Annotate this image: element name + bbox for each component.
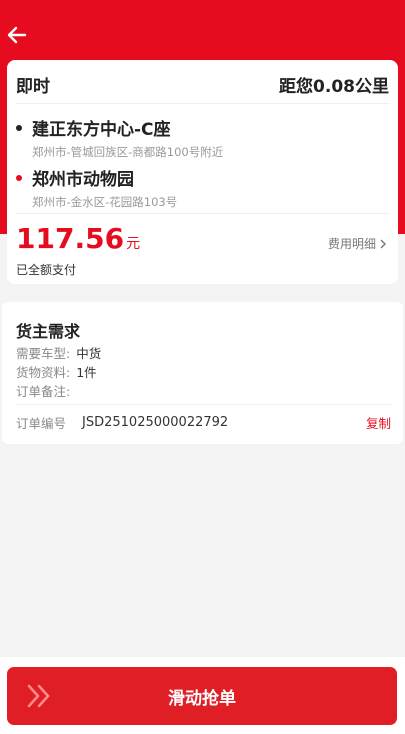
pickup-address: 建正东方中心-C座 郑州市-管城回族区-商都路100号附近 bbox=[16, 115, 389, 160]
arrow-left-icon bbox=[7, 26, 27, 44]
payment-status: 已全额支付 bbox=[16, 263, 77, 277]
dropoff-address: 郑州市动物园 郑州市-金水区-花园路103号 bbox=[16, 165, 389, 210]
order-type: 即时 bbox=[16, 76, 50, 97]
divider bbox=[16, 103, 389, 104]
order-summary-card: 即时 距您0.08公里 建正东方中心-C座 郑州市-管城回族区-商都路100号附… bbox=[7, 60, 398, 284]
goods-row: 货物资料: 1件 bbox=[16, 362, 97, 381]
pickup-address-detail: 郑州市-管城回族区-商都路100号附近 bbox=[32, 145, 224, 159]
divider bbox=[16, 404, 391, 405]
price: 117.56 元 bbox=[16, 222, 140, 255]
goods-label: 货物资料: bbox=[16, 365, 71, 380]
price-amount: 117.56 bbox=[16, 222, 125, 255]
order-number-row: 订单编号 JSD251025000022792 复制 bbox=[16, 413, 391, 431]
requirements-title: 货主需求 bbox=[16, 322, 81, 341]
order-number-label: 订单编号 bbox=[16, 415, 67, 431]
requirements-card: 货主需求 需要车型: 中货 货物资料: 1件 订单备注: 订单编号 JSD251… bbox=[2, 302, 403, 444]
dropoff-name: 郑州市动物园 bbox=[32, 170, 134, 190]
slide-to-grab-button[interactable]: 滑动抢单 bbox=[7, 667, 397, 725]
remark-label: 订单备注: bbox=[16, 384, 71, 399]
vehicle-value: 中货 bbox=[76, 346, 102, 361]
chevron-right-icon bbox=[380, 239, 386, 248]
dropoff-dot-icon bbox=[16, 174, 22, 181]
price-unit: 元 bbox=[126, 236, 141, 252]
pickup-name: 建正东方中心-C座 bbox=[32, 120, 171, 140]
dropoff-address-detail: 郑州市-金水区-花园路103号 bbox=[32, 195, 178, 209]
distance-text: 距您0.08公里 bbox=[279, 76, 389, 97]
order-number: JSD251025000022792 bbox=[82, 414, 229, 430]
fee-detail-link[interactable]: 费用明细 bbox=[328, 235, 388, 252]
copy-button[interactable]: 复制 bbox=[366, 413, 391, 432]
grab-label: 滑动抢单 bbox=[168, 688, 236, 709]
vehicle-label: 需要车型: bbox=[16, 346, 71, 361]
fee-detail-label: 费用明细 bbox=[327, 237, 376, 251]
vehicle-row: 需要车型: 中货 bbox=[16, 343, 101, 362]
order-header-row: 即时 距您0.08公里 bbox=[16, 72, 389, 97]
divider bbox=[16, 213, 389, 214]
pickup-dot-icon bbox=[16, 124, 22, 131]
back-button[interactable] bbox=[6, 24, 28, 46]
goods-value: 1件 bbox=[76, 365, 97, 380]
remark-row: 订单备注: bbox=[16, 381, 70, 400]
